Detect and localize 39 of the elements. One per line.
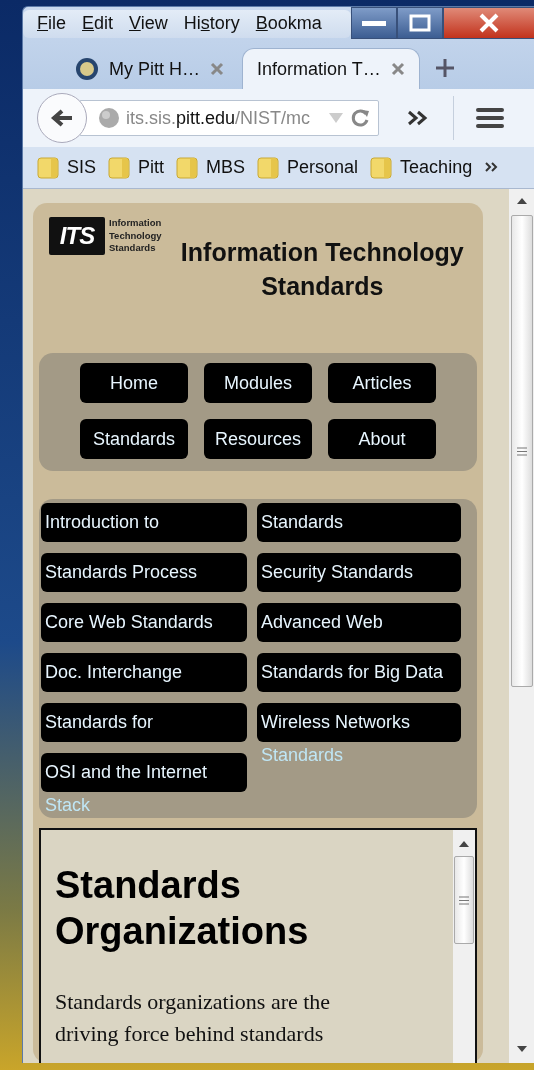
module-button[interactable]: Core Web Standards	[41, 603, 247, 642]
bookmark[interactable]: SIS	[37, 155, 96, 180]
bookmark[interactable]: Personal	[257, 155, 359, 180]
module-button[interactable]: Doc. Interchange	[41, 653, 247, 692]
menu-item[interactable]: History	[177, 13, 246, 35]
menu-item[interactable]: File	[31, 13, 72, 35]
address-bar[interactable]: its.sis.pitt.edu/NIST/mc	[79, 100, 379, 137]
module-button[interactable]: Standards Process	[41, 553, 247, 592]
bookmark[interactable]: Pitt	[108, 155, 165, 180]
article-paragraph: Standards organizations are the driving force behind standards	[55, 988, 332, 1048]
module-button[interactable]: Advanced Web	[257, 603, 461, 642]
browser-tab[interactable]: Information T…	[242, 48, 420, 90]
nav-button[interactable]: Home	[80, 363, 188, 403]
nav-button[interactable]: Resources	[204, 419, 312, 459]
module-button[interactable]: Wireless Networks	[257, 703, 461, 742]
site-logo: ITS Information Technology Standards	[49, 217, 162, 255]
nav-button[interactable]: Modules	[204, 363, 312, 403]
tab-title: Information T…	[257, 58, 381, 80]
browser-tab[interactable]: My Pitt H…	[61, 49, 238, 90]
url-text: its.sis.pitt.edu/NIST/mc	[126, 107, 312, 129]
nav-button[interactable]: Articles	[328, 363, 436, 403]
nav-button[interactable]: About	[328, 419, 436, 459]
menu-item[interactable]: Bookma	[249, 13, 328, 35]
tab-title: My Pitt H…	[109, 58, 200, 80]
module-button[interactable]: Security Standards	[257, 553, 461, 592]
module-label-overflow: Stack	[45, 795, 91, 816]
module-label-overflow: Standards	[261, 745, 344, 766]
bookmark[interactable]: MBS	[176, 155, 246, 180]
module-button[interactable]: Standards for Big Data	[257, 653, 461, 692]
module-button[interactable]: Standards	[257, 503, 461, 542]
module-button[interactable]: OSI and the Internet	[41, 753, 247, 792]
article-heading: Standards Organizations	[55, 863, 310, 954]
menu-item[interactable]: Edit	[76, 13, 120, 35]
module-button[interactable]: Introduction to	[41, 503, 247, 542]
nav-button[interactable]: Standards	[80, 419, 188, 459]
site-title: Information Technology Standards	[179, 237, 465, 302]
bookmark[interactable]: Teaching	[370, 155, 473, 180]
module-button[interactable]: Standards for	[41, 703, 247, 742]
menu-item[interactable]: View	[123, 13, 174, 35]
